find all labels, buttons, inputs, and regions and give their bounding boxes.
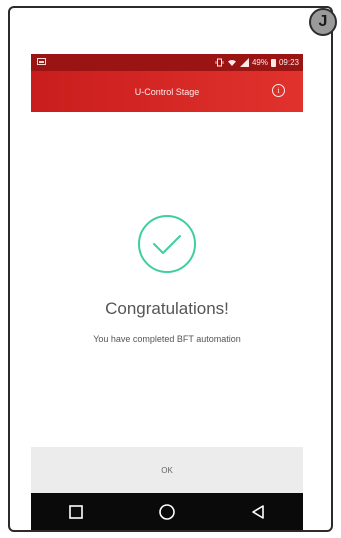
square-icon — [69, 504, 84, 519]
ok-button-label: OK — [161, 465, 173, 475]
recents-button[interactable] — [61, 497, 91, 527]
annotation-letter: J — [318, 13, 328, 30]
annotation-label-badge: J — [309, 8, 337, 36]
status-time: 09:23 — [278, 57, 299, 67]
page: J 49% 09:23 U-Control Stage i Congratula… — [0, 0, 341, 538]
wifi-icon — [227, 59, 236, 66]
check-circle-icon — [138, 215, 196, 273]
circle-icon — [159, 503, 175, 520]
phone-screen: 49% 09:23 U-Control Stage i Congratulati… — [31, 54, 303, 530]
status-bar: 49% 09:23 — [31, 54, 303, 71]
battery-percent: 49% — [251, 57, 268, 67]
battery-icon — [270, 58, 276, 67]
back-button[interactable] — [243, 497, 273, 527]
ok-button[interactable]: OK — [31, 447, 303, 493]
status-bar-left — [37, 58, 46, 67]
vibrate-icon — [215, 58, 224, 67]
status-bar-right: 49% 09:23 — [215, 58, 299, 67]
congratulations-heading: Congratulations! — [105, 299, 229, 318]
home-button[interactable] — [152, 497, 182, 527]
info-icon[interactable]: i — [272, 84, 285, 97]
android-navigation-bar — [31, 493, 303, 530]
triangle-back-icon — [251, 504, 264, 519]
signal-icon — [239, 58, 249, 67]
gallery-notification-icon — [37, 58, 46, 65]
app-title: U-Control Stage — [134, 86, 200, 97]
completion-message: You have completed BFT automation — [93, 334, 241, 344]
app-toolbar: U-Control Stage i — [31, 71, 303, 112]
